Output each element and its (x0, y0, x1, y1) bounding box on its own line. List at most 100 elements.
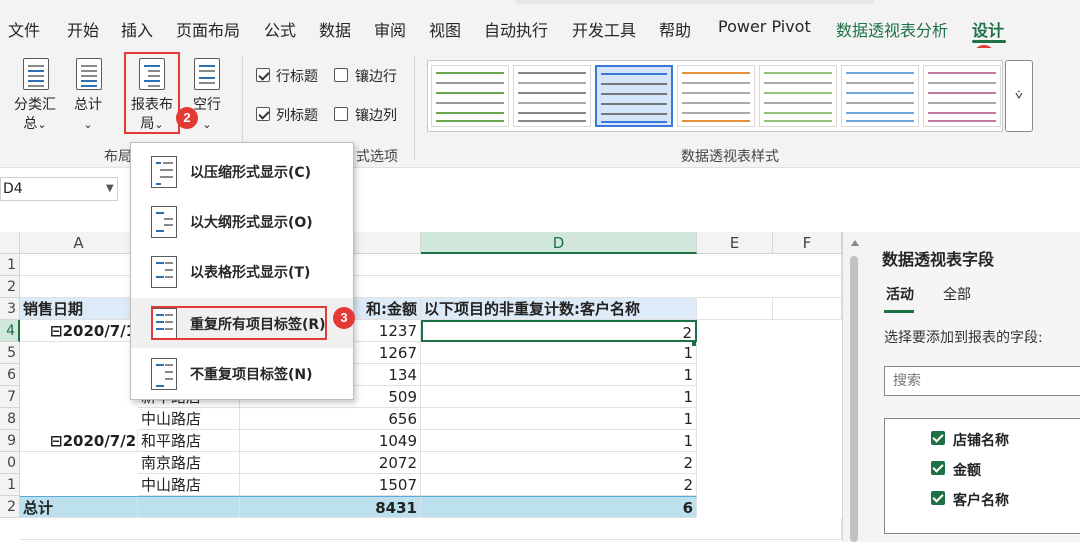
menu-review[interactable]: 审阅 (374, 17, 406, 41)
store-cell[interactable]: 中山路店 (138, 474, 240, 496)
pivot-style-pink[interactable] (923, 65, 1001, 127)
field-checkbox-amount[interactable] (931, 461, 945, 475)
pivot-header-date[interactable]: 销售日期 (20, 298, 138, 320)
count-cell-active[interactable]: 2 (421, 320, 697, 342)
count-cell[interactable]: 2 (421, 474, 697, 496)
column-header-e[interactable]: E (697, 232, 773, 254)
col-headers-checkbox[interactable] (256, 107, 270, 121)
tab-active[interactable]: 活动 (886, 284, 914, 304)
row-header[interactable]: 2 (0, 276, 20, 298)
store-cell[interactable]: 中山路店 (138, 408, 240, 430)
row-header[interactable]: 7 (0, 386, 20, 408)
report-layout-label-2: 局 (140, 116, 155, 132)
column-header-a[interactable]: A (20, 232, 138, 254)
subtotals-icon (23, 58, 49, 90)
grand-total-store[interactable] (138, 496, 240, 518)
count-cell[interactable]: 1 (421, 408, 697, 430)
empty-cell[interactable] (697, 298, 773, 320)
chevron-down-icon[interactable]: ▼ (106, 183, 114, 194)
pivot-style-light-blue[interactable] (841, 65, 919, 127)
report-layout-menu: 以压缩形式显示(C) 以大纲形式显示(O) 以表格形式显示(T) 重复所有项目标… (130, 142, 354, 400)
pivot-style-green[interactable] (431, 65, 509, 127)
grand-totals-button[interactable]: 总计 ⌄ (65, 96, 111, 134)
menu-insert[interactable]: 插入 (121, 17, 153, 41)
grand-totals-label: 总计 (74, 97, 102, 113)
scroll-up-icon[interactable] (851, 240, 859, 246)
row-header[interactable]: 9 (0, 430, 20, 452)
pivot-style-blue-selected[interactable] (595, 65, 673, 127)
count-cell[interactable]: 1 (421, 364, 697, 386)
menu-data[interactable]: 数据 (319, 17, 351, 41)
row-header[interactable]: 3 (0, 298, 20, 320)
menu-home[interactable]: 开始 (67, 17, 99, 41)
grand-total-amount[interactable]: 8431 (240, 496, 421, 518)
menu-page-layout[interactable]: 页面布局 (176, 17, 240, 41)
blank-rows-button[interactable]: 空行 ⌄ (184, 96, 230, 134)
field-label-store: 店铺名称 (953, 433, 1009, 449)
row-header[interactable]: 6 (0, 364, 20, 386)
date-group-cell[interactable]: ⊟2020/7/1 (20, 320, 138, 342)
active-tab-underline (972, 40, 1006, 43)
styles-more-button[interactable]: ⩒ (1005, 60, 1033, 132)
field-checkbox-store[interactable] (931, 431, 945, 445)
date-group-cell[interactable]: ⊟2020/7/2 (20, 430, 138, 452)
menu-formulas[interactable]: 公式 (264, 17, 296, 41)
row-header[interactable]: 4 (0, 320, 20, 342)
grand-total-label[interactable]: 总计 (20, 496, 138, 518)
count-cell[interactable]: 1 (421, 342, 697, 364)
pivot-style-light-green[interactable] (759, 65, 837, 127)
menu-pivot-analyze[interactable]: 数据透视表分析 (836, 17, 948, 41)
menu-power-pivot[interactable]: Power Pivot (718, 17, 811, 36)
scroll-thumb[interactable] (850, 256, 858, 542)
count-cell[interactable]: 1 (421, 386, 697, 408)
count-cell[interactable]: 2 (421, 452, 697, 474)
menu-view[interactable]: 视图 (429, 17, 461, 41)
row-header[interactable]: 1 (0, 474, 20, 496)
name-box[interactable]: D4 (0, 177, 118, 201)
count-cell[interactable]: 1 (421, 430, 697, 452)
column-header-f[interactable]: F (773, 232, 842, 254)
expand-more-icon: ⩒ (1015, 88, 1023, 103)
tab-all[interactable]: 全部 (943, 284, 971, 304)
store-cell[interactable]: 南京路店 (138, 452, 240, 474)
menu-developer[interactable]: 开发工具 (572, 17, 636, 41)
amount-cell[interactable]: 2072 (240, 452, 421, 474)
row-header[interactable]: 1 (0, 254, 20, 276)
select-all-corner[interactable] (0, 232, 20, 254)
store-cell[interactable]: 和平路店 (138, 430, 240, 452)
menu-item-label: 以压缩形式显示(C) (190, 165, 312, 181)
vertical-scrollbar[interactable] (842, 232, 866, 542)
column-header-d[interactable]: D (421, 232, 697, 254)
styles-group-label: 数据透视表样式 (681, 149, 779, 165)
amount-cell[interactable]: 1507 (240, 474, 421, 496)
row-headers-checkbox[interactable] (256, 68, 270, 82)
menu-automate[interactable]: 自动执行 (484, 17, 548, 41)
menu-item-no-repeat-labels[interactable]: 不重复项目标签(N) (131, 348, 353, 398)
row-header[interactable]: 0 (0, 452, 20, 474)
field-checkbox-customer[interactable] (931, 491, 945, 505)
subtotals-button[interactable]: 分类汇 总⌄ (12, 96, 58, 134)
ribbon-separator (414, 56, 415, 160)
banded-rows-checkbox[interactable] (334, 68, 348, 82)
row-header[interactable]: 8 (0, 408, 20, 430)
empty-row[interactable] (20, 518, 842, 540)
menu-design[interactable]: 设计 (972, 17, 1004, 41)
pivot-header-distinct-count[interactable]: 以下项目的非重复计数:客户名称 (421, 298, 697, 320)
report-layout-button[interactable]: 报表布 局⌄ (129, 96, 175, 134)
row-header[interactable]: 2 (0, 496, 20, 518)
menu-item-compact-form[interactable]: 以压缩形式显示(C) (131, 146, 353, 196)
menu-file[interactable]: 文件 (8, 17, 40, 41)
amount-cell[interactable]: 1049 (240, 430, 421, 452)
amount-cell[interactable]: 656 (240, 408, 421, 430)
row-header[interactable]: 5 (0, 342, 20, 364)
menu-item-outline-form[interactable]: 以大纲形式显示(O) (131, 196, 353, 246)
menu-item-tabular-form[interactable]: 以表格形式显示(T) (131, 246, 353, 296)
pivot-style-gray[interactable] (513, 65, 591, 127)
pivot-style-orange[interactable] (677, 65, 755, 127)
empty-cell[interactable] (773, 298, 842, 320)
grand-total-count[interactable]: 6 (421, 496, 697, 518)
banded-cols-checkbox[interactable] (334, 107, 348, 121)
menu-help[interactable]: 帮助 (659, 17, 691, 41)
report-layout-label-1: 报表布 (131, 97, 173, 113)
field-search-input[interactable]: 搜索 (884, 366, 1080, 396)
